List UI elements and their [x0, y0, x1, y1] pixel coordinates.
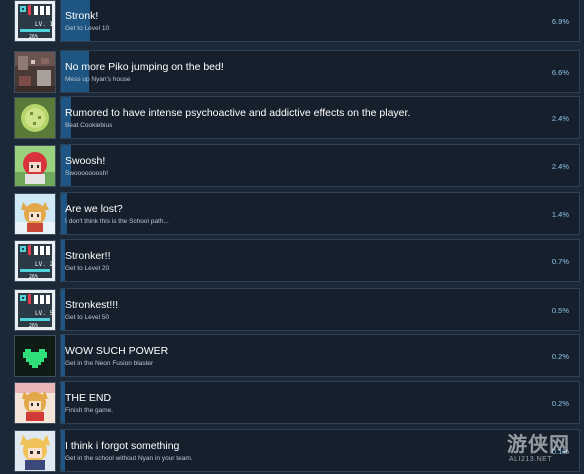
svg-text:LV. 10: LV. 10 [35, 21, 55, 28]
level-20-card-icon: LV. 20 26% [14, 240, 56, 282]
achievement-title: Are we lost? [65, 203, 123, 215]
unlock-percent: 6.9% [551, 17, 569, 26]
achievement-panel: Swoosh! Swooooooosh! 2.4% [60, 144, 580, 187]
achievement-panel: Are we lost? I don't think this is the S… [60, 192, 580, 235]
achievement-description: Get to Level 50 [65, 314, 110, 321]
achievement-description: Swooooooosh! [65, 170, 109, 177]
achievement-panel: Rumored to have intense psychoactive and… [60, 96, 580, 139]
level-10-card-icon: LV. 10 26% [14, 0, 56, 42]
unlock-percent: 0.5% [551, 306, 569, 315]
achievement-description: Beat Cookiebius [65, 122, 113, 129]
achievement-row[interactable]: LV. 20 26% Stronker!! Get to Level 20 0.… [10, 239, 582, 283]
site-watermark: 游侠网 ALI213.NET [505, 428, 581, 472]
achievement-title: Stronkest!!! [65, 299, 119, 311]
svg-text:26%: 26% [29, 323, 38, 329]
cookie-icon [14, 97, 56, 139]
achievement-title: Stronk! [65, 10, 99, 22]
achievement-panel: THE END Finish the game. 0.2% [60, 381, 580, 424]
achievement-row[interactable]: LV. 50 26% Stronkest!!! Get to Level 50 … [10, 288, 582, 332]
achievement-description: Get to Level 20 [65, 265, 110, 272]
achievement-title: Rumored to have intense psychoactive and… [65, 107, 411, 119]
blonde-catgirl-icon [14, 430, 56, 472]
achievement-description: Finish the game. [65, 407, 114, 414]
svg-text:LV. 20: LV. 20 [35, 261, 55, 268]
achievement-title: THE END [65, 392, 112, 404]
achievement-title: No more Piko jumping on the bed! [65, 61, 224, 73]
svg-text:26%: 26% [29, 274, 38, 280]
achievement-description: I don't think this is the School path... [65, 218, 169, 225]
unlock-percent: 6.6% [551, 68, 569, 77]
achievement-description: Mess up Nyan's house [65, 76, 131, 83]
unlock-percent: 2.4% [551, 114, 569, 123]
achievement-title: I think i forgot something [65, 440, 180, 452]
svg-text:26%: 26% [29, 34, 38, 40]
svg-text:LV. 50: LV. 50 [35, 310, 55, 317]
watermark-url: ALI213.NET [509, 456, 553, 463]
achievement-panel: WOW SUCH POWER Get in the Neon Fusion bl… [60, 334, 580, 377]
achievement-panel: Stronker!! Get to Level 20 0.7% [60, 239, 580, 282]
green-heart-icon [14, 335, 56, 377]
catgirl-end-icon [14, 382, 56, 424]
achievement-row[interactable]: LV. 10 26% Stronk! Get to Level 10 6.9% [10, 0, 582, 43]
achievement-row[interactable]: Are we lost? I don't think this is the S… [10, 192, 582, 236]
unlock-percent: 0.2% [551, 399, 569, 408]
achievement-description: Get in the Neon Fusion blaster [65, 360, 154, 367]
achievement-row[interactable]: THE END Finish the game. 0.2% [10, 381, 582, 425]
achievement-title: Stronker!! [65, 250, 111, 262]
watermark-logo-text: 游侠网 [507, 432, 570, 456]
unlock-percent: 1.4% [551, 210, 569, 219]
achievement-list: LV. 10 26% Stronk! Get to Level 10 6.9% [0, 0, 584, 474]
achievement-row[interactable]: No more Piko jumping on the bed! Mess up… [10, 50, 582, 94]
achievement-panel: Stronkest!!! Get to Level 50 0.5% [60, 288, 580, 331]
achievement-row[interactable]: Swoosh! Swooooooosh! 2.4% [10, 144, 582, 188]
achievement-row[interactable]: Rumored to have intense psychoactive and… [10, 96, 582, 140]
achievement-panel: I think i forgot something Get in the sc… [60, 429, 580, 472]
achievement-row[interactable]: WOW SUCH POWER Get in the Neon Fusion bl… [10, 334, 582, 378]
achievement-title: WOW SUCH POWER [65, 345, 169, 357]
achievement-description: Get in the school without Nyan in your t… [65, 455, 193, 462]
achievement-row[interactable]: I think i forgot something Get in the sc… [10, 429, 582, 473]
achievement-description: Get to Level 10 [65, 25, 110, 32]
achievement-panel: No more Piko jumping on the bed! Mess up… [60, 50, 580, 93]
messy-room-icon [14, 51, 56, 93]
unlock-percent: 2.4% [551, 162, 569, 171]
catgirl-sky-icon [14, 193, 56, 235]
level-50-card-icon: LV. 50 26% [14, 289, 56, 331]
achievement-panel: Stronk! Get to Level 10 6.9% [60, 0, 580, 42]
red-hair-character-icon [14, 145, 56, 187]
achievement-title: Swoosh! [65, 155, 106, 167]
unlock-percent: 0.2% [551, 352, 569, 361]
unlock-percent: 0.7% [551, 257, 569, 266]
